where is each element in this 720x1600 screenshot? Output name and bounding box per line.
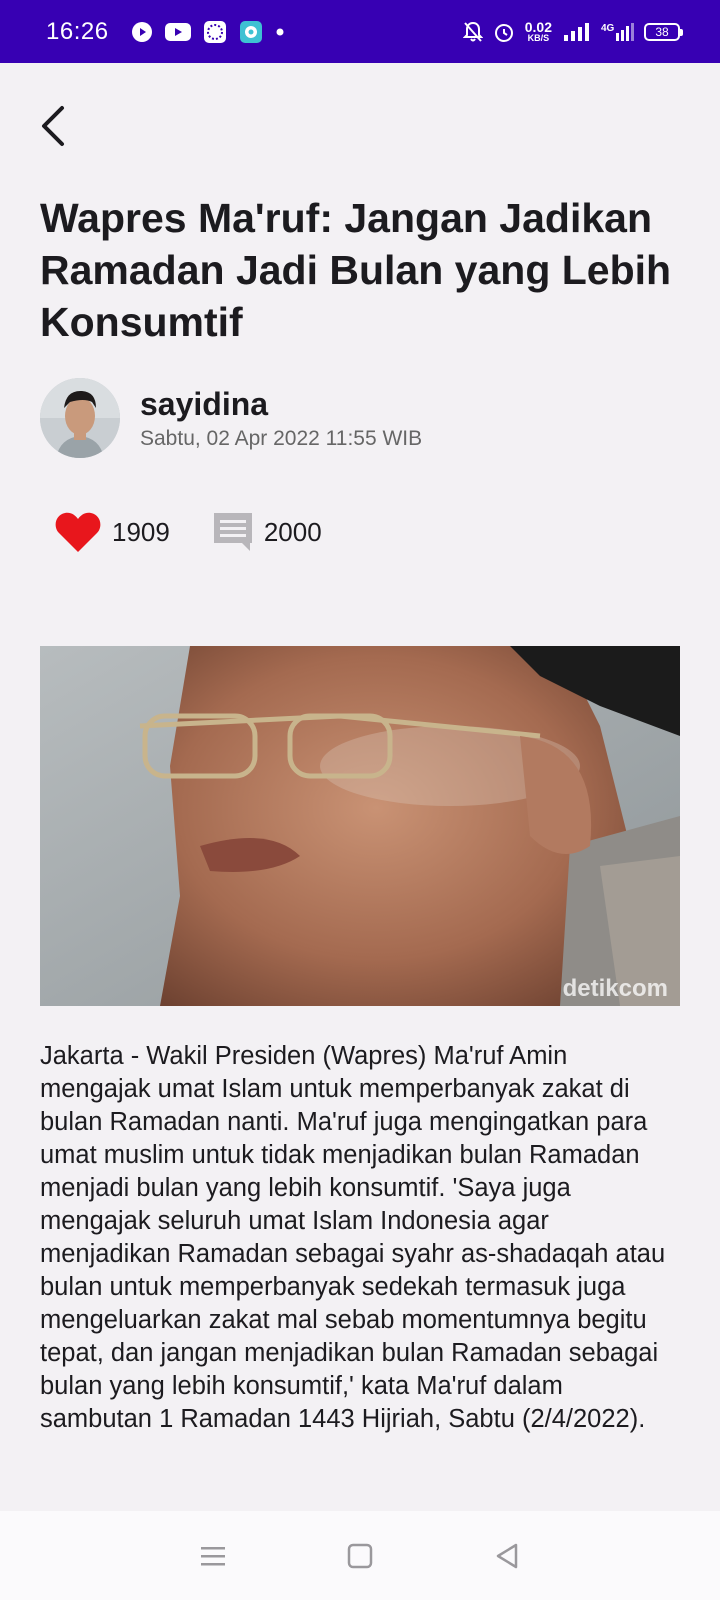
network-speed: 0.02 KB/S bbox=[525, 20, 552, 43]
author-row: sayidina Sabtu, 02 Apr 2022 11:55 WIB bbox=[40, 378, 680, 458]
battery-level: 38 bbox=[655, 24, 669, 39]
nav-home-button[interactable] bbox=[336, 1532, 384, 1580]
menu-icon bbox=[201, 1546, 226, 1565]
article-photo: detikcom bbox=[40, 646, 680, 1006]
status-bar: 16:26 0.02 KB/S 4G 38 bbox=[0, 0, 720, 63]
comment-button[interactable]: 2000 bbox=[212, 511, 322, 553]
app-badge-icon bbox=[203, 20, 227, 44]
avatar-photo bbox=[40, 378, 120, 458]
chat-app-icon bbox=[239, 20, 263, 44]
article-body: Jakarta - Wakil Presiden (Wapres) Ma'ruf… bbox=[40, 1042, 666, 1433]
network-speed-value: 0.02 bbox=[524, 19, 552, 35]
home-icon bbox=[347, 1543, 373, 1568]
comment-icon bbox=[213, 513, 252, 551]
system-icons: 0.02 KB/S 4G 38 bbox=[462, 20, 683, 43]
nav-back-button[interactable] bbox=[483, 1532, 531, 1580]
play-circle-icon bbox=[131, 21, 153, 43]
article-image: detikcom bbox=[40, 646, 680, 1006]
author-info: sayidina Sabtu, 02 Apr 2022 11:55 WIB bbox=[140, 385, 422, 451]
like-button[interactable]: 1909 bbox=[54, 510, 170, 554]
post-date: Sabtu, 02 Apr 2022 11:55 WIB bbox=[140, 427, 423, 451]
nav-menu-button[interactable] bbox=[189, 1532, 237, 1580]
system-navigation-bar bbox=[0, 1511, 720, 1600]
mute-bell-icon bbox=[462, 21, 483, 43]
article-title: Wapres Ma'ruf: Jangan Jadikan Ramadan Ja… bbox=[40, 195, 672, 345]
back-button[interactable] bbox=[32, 100, 72, 152]
network-speed-unit: KB/S bbox=[527, 33, 550, 43]
status-time: 16:26 bbox=[46, 17, 109, 45]
alarm-icon bbox=[493, 21, 515, 43]
network-type-label: 4G bbox=[601, 23, 615, 34]
author-avatar[interactable] bbox=[40, 378, 120, 458]
signal-icon bbox=[562, 22, 590, 42]
stats-row: 1909 2000 bbox=[54, 510, 322, 554]
image-watermark: detikcom bbox=[563, 975, 668, 1002]
heart-icon bbox=[55, 512, 101, 552]
battery-icon: 38 bbox=[644, 22, 683, 41]
notification-icons bbox=[131, 20, 285, 44]
nav-back-icon bbox=[496, 1543, 517, 1568]
back-arrow-icon bbox=[42, 106, 64, 146]
more-notifications-dot-icon bbox=[275, 27, 285, 37]
author-name[interactable]: sayidina bbox=[140, 385, 422, 423]
signal-4g-icon: 4G bbox=[600, 21, 634, 43]
youtube-icon bbox=[164, 22, 191, 42]
like-count: 1909 bbox=[112, 516, 170, 547]
comment-count: 2000 bbox=[263, 516, 322, 547]
